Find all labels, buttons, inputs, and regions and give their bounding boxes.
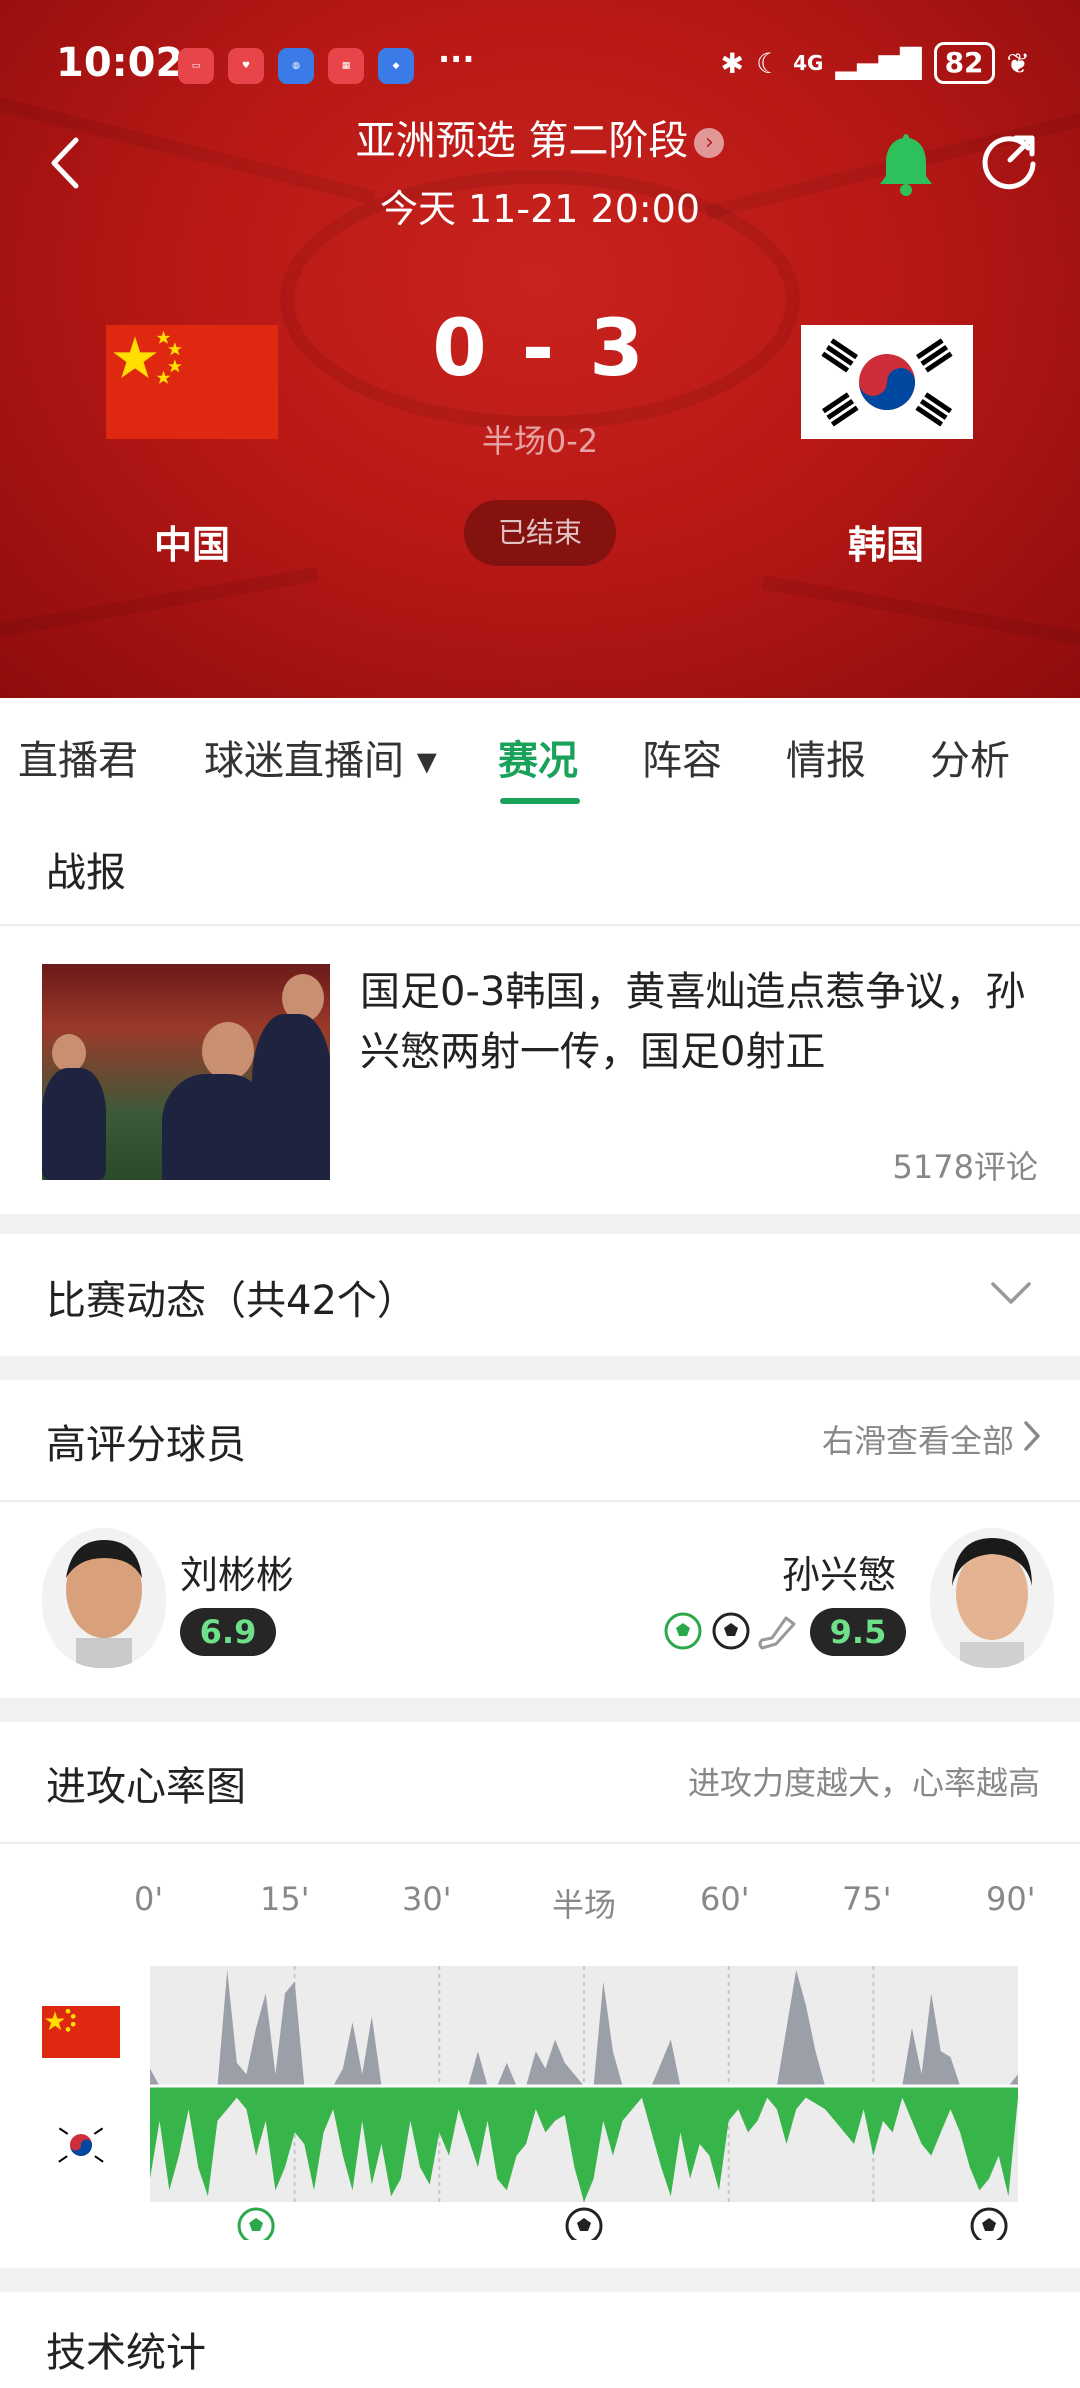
goal-marker-icon[interactable] [565, 2207, 603, 2240]
globe-app-icon: ◍ [278, 48, 314, 84]
tick-label: 0' [134, 1880, 164, 1918]
tab-analysis[interactable]: 分析 [930, 728, 1010, 786]
network-type: 4G [793, 51, 824, 75]
status-right: ✱ ☾ 4G ▂▄▆█ 82 ❦ [720, 42, 1030, 84]
report-title: 战报 [46, 850, 126, 896]
player-avatar-away[interactable] [930, 1528, 1054, 1668]
attack-heart-chart [150, 1966, 1018, 2240]
shield-app-icon: ◆ [378, 48, 414, 84]
tick-label: 60' [700, 1880, 750, 1918]
notification-icons: ▭ ♥ ◍ ▦ ◆ [178, 48, 414, 84]
tick-label: 90' [986, 1880, 1036, 1918]
goal-marker-icon[interactable] [237, 2207, 275, 2240]
stats-card: 技术统计 [0, 2292, 1080, 2388]
tick-label: 半场 [552, 1886, 617, 1924]
moon-icon: ☾ [755, 46, 782, 80]
home-player-name[interactable]: 刘彬彬 [180, 1544, 294, 1599]
watermark-line [0, 567, 319, 647]
more-notifications-icon: ··· [438, 40, 475, 78]
swipe-hint[interactable]: 右滑查看全部 [822, 1416, 1014, 1462]
tab-live-host[interactable]: 直播君 [18, 728, 138, 786]
battery-icon: 82 [933, 42, 995, 84]
goal-marker-icon[interactable] [970, 2207, 1008, 2240]
status-time: 10:02 [56, 40, 184, 86]
active-tab-indicator [500, 798, 580, 804]
signal-icon: ▂▄▆█ [835, 46, 922, 80]
calendar-app-icon: ▦ [328, 48, 364, 84]
news-comment-count[interactable]: 5178评论 [893, 1142, 1038, 1188]
divider [0, 1842, 1080, 1844]
top-players-card: 高评分球员 右滑查看全部 [0, 1380, 1080, 1698]
away-team-name[interactable]: 韩国 [786, 514, 986, 569]
home-player-rating: 6.9 [180, 1608, 276, 1656]
divider [0, 1500, 1080, 1502]
chevron-right-icon: › [694, 128, 725, 158]
thumb-head [52, 1034, 86, 1072]
match-header: 10:02 ▭ ♥ ◍ ▦ ◆ ··· ✱ ☾ 4G ▂▄▆█ 82 ❦ 亚洲预… [0, 0, 1080, 698]
player-avatar-home[interactable] [42, 1528, 166, 1668]
attack-chart-hint: 进攻力度越大，心率越高 [687, 1764, 1040, 1802]
thumb-player [252, 1014, 330, 1180]
goal-icon-green [664, 1612, 702, 1650]
korea-flag-icon [801, 325, 973, 439]
divider [0, 924, 1080, 926]
heart-app-icon: ♥ [228, 48, 264, 84]
boot-icon [758, 1616, 796, 1650]
refresh-share-icon[interactable] [978, 130, 1040, 192]
tab-match-status[interactable]: 赛况 [498, 728, 578, 786]
match-status-badge: 已结束 [464, 500, 616, 566]
watermark-line [761, 575, 1080, 659]
goal-icon [712, 1612, 750, 1650]
bell-icon[interactable] [874, 130, 938, 196]
news-headline[interactable]: 国足0-3韩国，黄喜灿造点惹争议，孙兴慜两射一传，国足0射正 [360, 962, 1050, 1082]
competition-name: 亚洲预选 第二阶段 [355, 118, 689, 164]
stats-title: 技术统计 [46, 2330, 206, 2376]
attack-chart-title: 进攻心率图 [46, 1764, 246, 1810]
huawei-app-icon: ▭ [178, 48, 214, 84]
events-card[interactable]: 比赛动态（共42个） [0, 1234, 1080, 1356]
chevron-down-icon[interactable] [990, 1280, 1032, 1306]
tick-label: 30' [402, 1880, 452, 1918]
home-team-name[interactable]: 中国 [92, 514, 292, 569]
bluetooth-icon: ✱ [720, 46, 744, 80]
chevron-right-icon[interactable] [1022, 1420, 1042, 1452]
events-title: 比赛动态（共42个） [46, 1278, 417, 1324]
leaf-icon: ❦ [1006, 46, 1030, 80]
tick-label: 75' [842, 1880, 892, 1918]
tab-lineup[interactable]: 阵容 [642, 728, 722, 786]
news-thumbnail[interactable] [42, 964, 330, 1180]
tab-intel[interactable]: 情报 [786, 728, 866, 786]
thumb-player [42, 1068, 106, 1180]
thumb-head [202, 1022, 254, 1080]
away-player-rating: 9.5 [810, 1608, 906, 1656]
top-players-title: 高评分球员 [46, 1422, 246, 1468]
tab-bar: 直播君 球迷直播间 ▾ 赛况 阵容 情报 分析 [0, 698, 1080, 810]
status-bar: 10:02 ▭ ♥ ◍ ▦ ◆ ··· ✱ ☾ 4G ▂▄▆█ 82 ❦ [0, 40, 1080, 96]
away-player-name[interactable]: 孙兴慜 [782, 1544, 896, 1599]
tick-label: 15' [260, 1880, 310, 1918]
tab-fan-live-room[interactable]: 球迷直播间 ▾ [204, 728, 437, 786]
